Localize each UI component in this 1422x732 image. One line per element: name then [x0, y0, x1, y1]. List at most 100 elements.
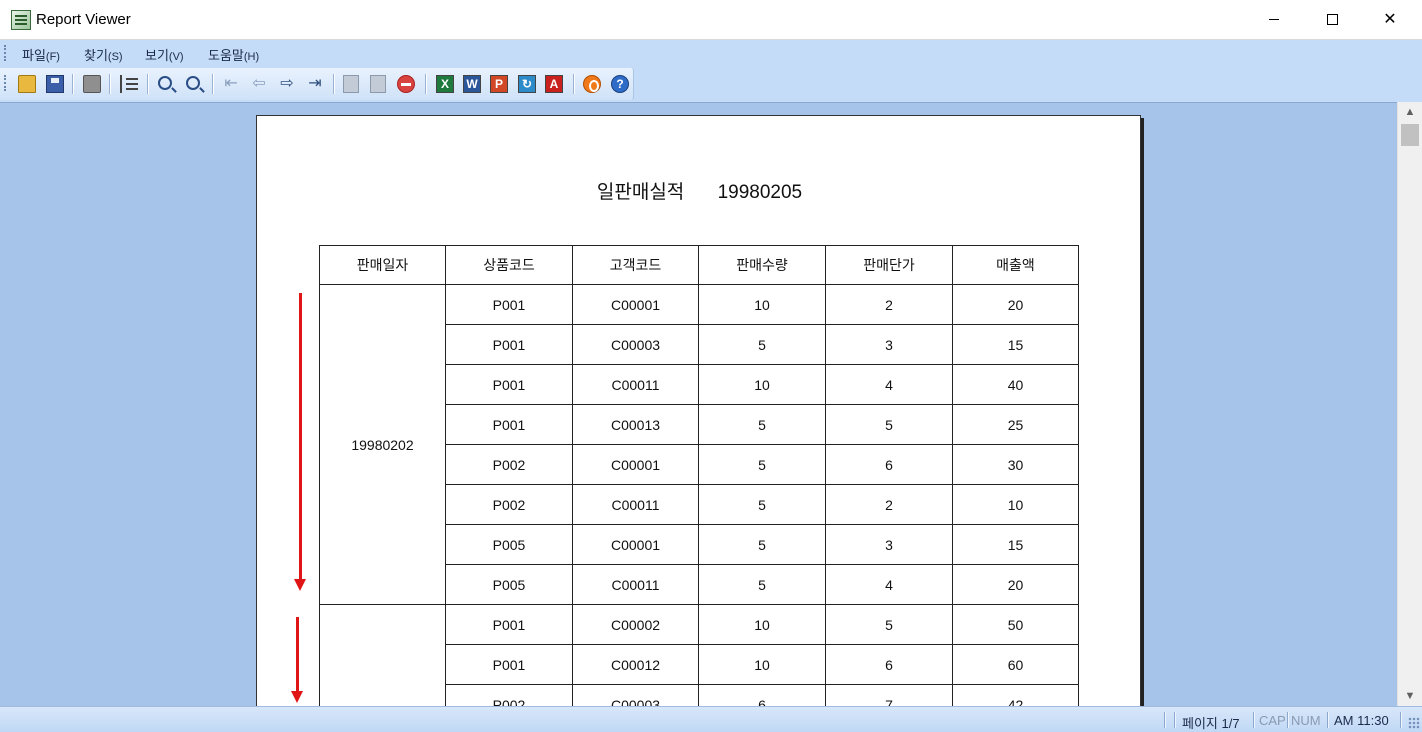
minimize-icon: [1269, 19, 1279, 21]
last-page-icon[interactable]: ⇥: [306, 75, 324, 93]
table-cell: C00001: [572, 284, 699, 325]
hwp-icon[interactable]: ↻: [518, 75, 536, 93]
table-cell: 10: [952, 484, 1079, 525]
report-title-date: 19980205: [717, 182, 803, 203]
maximize-button[interactable]: [1303, 0, 1361, 40]
menu-bar: 파일(F) 찾기(S) 보기(V) 도움말(H): [0, 40, 1422, 66]
table-row: 19980202 P001 C00001 10 2 20: [319, 284, 1079, 605]
close-button[interactable]: ✕: [1361, 0, 1419, 40]
status-separator: [1400, 712, 1401, 728]
excel-icon[interactable]: X: [436, 75, 454, 93]
maximize-icon: [1326, 14, 1338, 26]
status-num-lock: NUM: [1291, 713, 1321, 728]
open-folder-icon[interactable]: [18, 75, 36, 93]
table-cell: C00001: [572, 444, 699, 485]
toolbar-separator: [147, 74, 148, 94]
zoom-in-icon[interactable]: [158, 76, 172, 90]
table-cell: 6: [825, 644, 953, 685]
table-cell: 2: [825, 484, 953, 525]
menu-grip-handle[interactable]: [4, 45, 7, 61]
table-cell: P002: [445, 684, 573, 706]
table-cell: P001: [445, 404, 573, 445]
column-header: 판매단가: [825, 245, 953, 285]
column-header: 판매수량: [698, 245, 826, 285]
table-cell: 10: [698, 284, 826, 325]
powerpoint-icon[interactable]: P: [490, 75, 508, 93]
save-icon[interactable]: [46, 75, 64, 93]
status-clock: AM 11:30: [1334, 713, 1389, 728]
menu-file[interactable]: 파일(F): [22, 45, 60, 64]
menu-find-label: 찾기: [84, 48, 108, 63]
column-header: 고객코드: [572, 245, 699, 285]
table-cell: 5: [825, 604, 953, 645]
resize-grip-handle[interactable]: [1408, 717, 1420, 729]
stop-icon[interactable]: [397, 75, 415, 93]
table-cell: C00001: [572, 524, 699, 565]
table-cell: P001: [445, 364, 573, 405]
report-workspace[interactable]: 일판매실적 19980205 판매일자 상품코드 고객코드 판매수량 판매단가 …: [0, 102, 1397, 706]
group-date-cell: [319, 604, 446, 706]
table-cell: P005: [445, 524, 573, 565]
previous-page-icon[interactable]: ⇦: [250, 75, 268, 93]
print-icon[interactable]: [83, 75, 101, 93]
table-cell: 10: [698, 364, 826, 405]
table-cell: 7: [825, 684, 953, 706]
first-page-icon[interactable]: ⇤: [222, 75, 240, 93]
group-date-cell: 19980202: [319, 284, 446, 605]
export-page-icon[interactable]: [343, 75, 359, 93]
table-cell: 15: [952, 524, 1079, 565]
help-icon[interactable]: ?: [611, 75, 629, 93]
column-header: 상품코드: [445, 245, 573, 285]
table-cell: 2: [825, 284, 953, 325]
menu-find-accel: (S): [107, 51, 123, 63]
menu-find[interactable]: 찾기(S): [84, 45, 123, 64]
sales-table: 판매일자 상품코드 고객코드 판매수량 판매단가 매출액 19980202 P0…: [319, 245, 1079, 706]
toolbar-separator: [212, 74, 213, 94]
scroll-down-arrow-icon[interactable]: ▼: [1398, 686, 1422, 706]
scrollbar-thumb[interactable]: [1401, 124, 1419, 146]
word-icon[interactable]: W: [463, 75, 481, 93]
minimize-button[interactable]: [1245, 0, 1303, 40]
toolbar-separator: [425, 74, 426, 94]
table-cell: 60: [952, 644, 1079, 685]
toolbar-grip-handle[interactable]: [4, 75, 7, 91]
table-cell: 25: [952, 404, 1079, 445]
menu-file-label: 파일: [22, 48, 46, 63]
table-row: P001 C00002 10 5 50: [319, 604, 1079, 706]
toolbar: ⇤ ⇦ ⇨ ⇥ X W P ↻ A ?: [0, 66, 1422, 102]
status-separator: [1327, 712, 1328, 728]
table-cell: 30: [952, 444, 1079, 485]
status-separator: [1164, 712, 1165, 728]
pdf-icon[interactable]: A: [545, 75, 563, 93]
table-header-row: 판매일자 상품코드 고객코드 판매수량 판매단가 매출액: [319, 245, 1079, 285]
annotation-arrow-down: [291, 617, 303, 703]
annotation-arrow-down: [294, 293, 306, 591]
menu-view[interactable]: 보기(V): [145, 45, 184, 64]
scroll-up-arrow-icon[interactable]: ▲: [1398, 102, 1422, 122]
table-cell: 10: [698, 604, 826, 645]
table-cell: P001: [445, 604, 573, 645]
vertical-scrollbar[interactable]: ▲ ▼: [1397, 102, 1422, 706]
status-separator: [1174, 712, 1175, 728]
tree-view-icon[interactable]: [120, 75, 138, 93]
exit-icon[interactable]: [583, 75, 601, 93]
table-cell: 5: [698, 564, 826, 605]
next-page-icon[interactable]: ⇨: [278, 75, 296, 93]
table-cell: P001: [445, 644, 573, 685]
table-cell: 15: [952, 324, 1079, 365]
report-viewer-app-icon: [11, 10, 31, 30]
table-cell: 42: [952, 684, 1079, 706]
table-cell: 20: [952, 284, 1079, 325]
table-cell: C00011: [572, 564, 699, 605]
table-cell: 3: [825, 524, 953, 565]
table-cell: 6: [698, 684, 826, 706]
table-cell: 5: [698, 444, 826, 485]
table-cell: 5: [825, 404, 953, 445]
table-cell: 6: [825, 444, 953, 485]
export-page-2-icon[interactable]: [370, 75, 386, 93]
zoom-out-icon[interactable]: [186, 76, 200, 90]
menu-help[interactable]: 도움말(H): [208, 45, 259, 64]
status-bar: 페이지 1/7 CAP NUM AM 11:30: [0, 706, 1422, 732]
table-cell: P001: [445, 324, 573, 365]
menu-help-label: 도움말: [208, 48, 244, 63]
